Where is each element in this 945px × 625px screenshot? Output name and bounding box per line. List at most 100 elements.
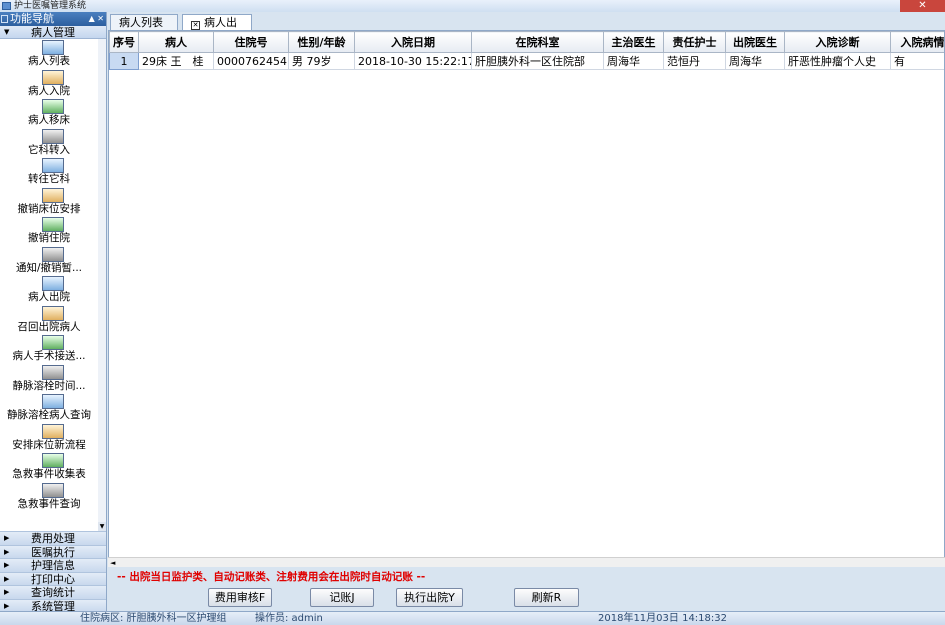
action-panel: -- 出院当日监护类、自动记账类、注射费用会在出院时自动记账 -- 费用审核F … bbox=[108, 567, 945, 611]
group-collapsed-arrow-icon: ▶ bbox=[4, 547, 10, 556]
table-cell: 29床 王 桂 bbox=[138, 52, 214, 70]
group-collapsed-arrow-icon: ▶ bbox=[4, 574, 10, 583]
table-cell: 男 79岁 bbox=[288, 52, 355, 70]
nav-item[interactable]: 病人移床 bbox=[0, 98, 106, 128]
nav-item-label: 病人移床 bbox=[28, 114, 70, 126]
nav-item[interactable]: 它科转入 bbox=[0, 128, 106, 158]
column-header[interactable]: 病人 bbox=[138, 31, 214, 53]
nav-item[interactable]: 急救事件收集表 bbox=[0, 452, 106, 482]
nav-group[interactable]: ▶ 打印中心 bbox=[0, 571, 106, 586]
nav-item[interactable]: 转往它科 bbox=[0, 157, 106, 187]
nav-item[interactable]: 急救事件查询 bbox=[0, 482, 106, 512]
patient-table: 序号 病人 住院号 性别/年龄 入院日期 在院科室 主治医生 责任护士 出院医生 入院诊断 入院病情… bbox=[109, 31, 944, 70]
tab-label: 病人列表 bbox=[119, 16, 163, 29]
nav-item[interactable]: 静脉溶栓时间... bbox=[0, 364, 106, 394]
table-cell: 肝恶性肿瘤个人史 bbox=[784, 52, 891, 70]
nav-group[interactable]: ▶ 护理信息 bbox=[0, 558, 106, 572]
column-header[interactable]: 入院诊断 bbox=[784, 31, 891, 53]
column-header[interactable]: 责任护士 bbox=[663, 31, 726, 53]
nav-group[interactable]: ▶ 系统管理 bbox=[0, 598, 106, 613]
tab-close-icon[interactable]: ✕ bbox=[191, 21, 200, 30]
nav-item[interactable]: 病人出院 bbox=[0, 275, 106, 305]
nav-item-label: 撤销住院 bbox=[28, 232, 70, 244]
table-body: 1 29床 王 桂 0000762454 男 79岁 2018-10-30 15:22:… bbox=[109, 52, 944, 70]
column-header[interactable]: 入院日期 bbox=[354, 31, 472, 53]
nav-scroll-down-icon[interactable]: ▼ bbox=[98, 522, 106, 531]
tab-patient-list[interactable]: 病人列表 bbox=[110, 14, 178, 30]
table-cell: 0000762454 bbox=[213, 52, 289, 70]
table-cell: 范恒丹 bbox=[663, 52, 726, 70]
cancel-bed-icon bbox=[42, 187, 64, 203]
bed-arrange-icon bbox=[42, 423, 64, 439]
nav-group[interactable]: ▶ 查询统计 bbox=[0, 585, 106, 599]
group-collapsed-arrow-icon: ▶ bbox=[4, 588, 10, 596]
column-header[interactable]: 在院科室 bbox=[471, 31, 604, 53]
move-bed-icon bbox=[42, 99, 64, 114]
table-row[interactable]: 1 29床 王 桂 0000762454 男 79岁 2018-10-30 15:22:… bbox=[109, 52, 944, 70]
status-operator: 操作员: admin bbox=[255, 613, 323, 624]
nav-item-label: 病人列表 bbox=[28, 55, 70, 67]
refresh-button[interactable]: 刷新R bbox=[514, 588, 579, 607]
transfer-in-icon bbox=[42, 128, 64, 144]
nav-item[interactable]: 病人列表 bbox=[0, 39, 106, 69]
column-header[interactable]: 性别/年龄 bbox=[288, 31, 355, 53]
table-cell: 有 bbox=[890, 52, 944, 70]
nav-item-label: 病人入院 bbox=[28, 84, 70, 97]
nav-group[interactable]: ▶ 医嘱执行 bbox=[0, 544, 106, 559]
patient-list-icon bbox=[42, 40, 64, 55]
nav-item-label: 急救事件收集表 bbox=[12, 468, 86, 480]
window-title: 护士医嘱管理系统 bbox=[14, 1, 87, 11]
fee-audit-button[interactable]: 费用审核F bbox=[208, 588, 272, 607]
table-cell: 周海华 bbox=[603, 52, 664, 70]
recall-icon bbox=[42, 305, 64, 321]
nav-group-label: 护理信息 bbox=[31, 559, 75, 572]
nav-item[interactable]: 病人手术接送... bbox=[0, 334, 106, 364]
column-header[interactable]: 出院医生 bbox=[725, 31, 785, 53]
column-header[interactable]: 主治医生 bbox=[603, 31, 664, 53]
nav-item-label: 静脉溶栓时间... bbox=[12, 379, 86, 392]
row-number-cell: 1 bbox=[109, 52, 139, 70]
nav-item-label: 急救事件查询 bbox=[17, 497, 81, 510]
nav-header-buttons[interactable]: ▲ ✕ bbox=[89, 12, 104, 26]
nav-header-icon bbox=[1, 15, 8, 23]
discharge-notice: -- 出院当日监护类、自动记账类、注射费用会在出院时自动记账 -- bbox=[117, 571, 426, 583]
nav-item-label: 静脉溶栓病人查询 bbox=[7, 409, 91, 421]
nav-group-label: 费用处理 bbox=[31, 532, 75, 545]
nav-header: 功能导航 ▲ ✕ bbox=[0, 12, 106, 26]
group-collapsed-arrow-icon: ▶ bbox=[4, 534, 10, 542]
nav-header-title: 功能导航 bbox=[10, 12, 54, 25]
nav-item[interactable]: 召回出院病人 bbox=[0, 305, 106, 335]
nav-group-label: 病人管理 bbox=[31, 26, 75, 39]
nav-item-label: 通知/撤销暂... bbox=[15, 261, 83, 274]
nav-item-label: 转往它科 bbox=[28, 173, 70, 185]
column-header[interactable]: 序号 bbox=[109, 31, 139, 53]
nav-item[interactable]: 撤销床位安排 bbox=[0, 187, 106, 217]
patient-grid: 序号 病人 住院号 性别/年龄 入院日期 在院科室 主治医生 责任护士 出院医生 入院诊断 入院病情… bbox=[108, 30, 945, 567]
column-header[interactable]: 入院病情 bbox=[890, 31, 944, 53]
cancel-admission-icon bbox=[42, 217, 64, 232]
status-bar: 住院病区: 肝胆胰外科一区护理组 操作员: admin 2018年11月03日 … bbox=[0, 611, 945, 625]
nav-group[interactable]: ▶ 费用处理 bbox=[0, 531, 106, 545]
discharge-icon bbox=[42, 276, 64, 291]
nav-item[interactable]: 通知/撤销暂... bbox=[0, 246, 106, 276]
execute-discharge-button[interactable]: 执行出院Y bbox=[396, 588, 463, 607]
window-close-button[interactable]: ✕ bbox=[900, 0, 945, 12]
nav-group-patient-management[interactable]: ▼ 病人管理 bbox=[0, 26, 106, 39]
notify-icon bbox=[42, 246, 64, 262]
nav-item[interactable]: 撤销住院 bbox=[0, 216, 106, 246]
column-header[interactable]: 住院号 bbox=[213, 31, 289, 53]
group-collapsed-arrow-icon: ▶ bbox=[4, 561, 10, 569]
status-ward: 住院病区: 肝胆胰外科一区护理组 bbox=[80, 613, 227, 624]
nav-item[interactable]: 病人入院 bbox=[0, 69, 106, 99]
nav-scrollbar[interactable]: ▼ bbox=[98, 39, 106, 531]
record-account-button[interactable]: 记账J bbox=[310, 588, 374, 607]
window-titlebar: 护士医嘱管理系统 ✕ bbox=[0, 0, 945, 12]
tab-patient-discharge[interactable]: ✕病人出院 bbox=[182, 14, 252, 44]
nav-item[interactable]: 静脉溶栓病人查询 bbox=[0, 393, 106, 423]
thrombolysis-query-icon bbox=[42, 394, 64, 409]
nav-item-label: 撤销床位安排 bbox=[17, 202, 81, 215]
horizontal-scrollbar[interactable]: ◄ bbox=[108, 557, 945, 567]
nav-group-label: 医嘱执行 bbox=[31, 545, 75, 559]
nav-item[interactable]: 安排床位新流程 bbox=[0, 423, 106, 453]
nav-group-label: 查询统计 bbox=[31, 586, 75, 599]
